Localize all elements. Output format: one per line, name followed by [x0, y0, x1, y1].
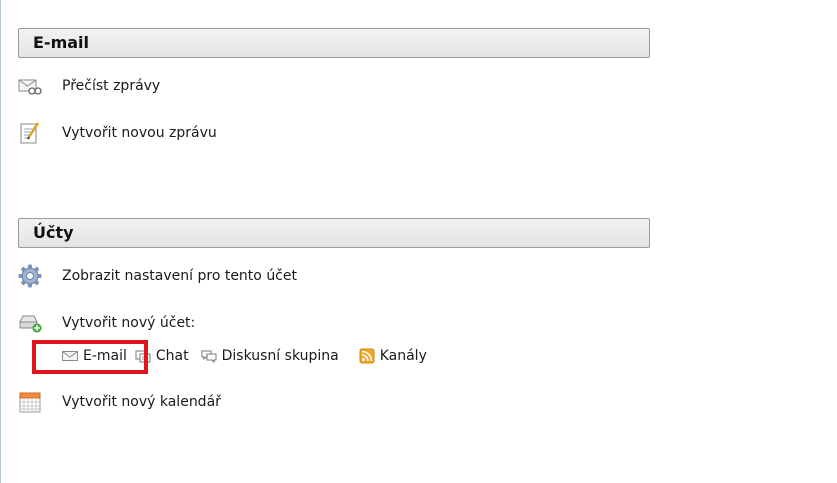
- compose-message-link[interactable]: Vytvořit novou zprávu: [62, 125, 217, 141]
- new-feed-account-label: Kanály: [379, 348, 427, 364]
- new-account-label: Vytvořit nový účet:: [62, 315, 196, 331]
- account-settings-link[interactable]: Zobrazit nastavení pro tento účet: [62, 268, 297, 284]
- new-newsgroup-account-label: Diskusní skupina: [221, 348, 339, 364]
- read-mail-icon: [18, 74, 42, 98]
- email-option-highlight: [32, 340, 148, 374]
- gear-icon: [18, 264, 42, 288]
- new-account-row: Vytvořit nový účet:: [18, 311, 195, 335]
- compose-message-row[interactable]: Vytvořit novou zprávu: [18, 121, 217, 145]
- read-messages-link[interactable]: Přečíst zprávy: [62, 78, 160, 94]
- new-newsgroup-account-link[interactable]: Diskusní skupina: [201, 348, 339, 364]
- new-calendar-row[interactable]: Vytvořit nový kalendář: [18, 390, 221, 414]
- calendar-icon: [18, 390, 42, 414]
- rss-icon: [359, 348, 375, 364]
- pane-left-border: [0, 0, 1, 483]
- new-account-icon: [18, 311, 42, 335]
- new-feed-account-link[interactable]: Kanály: [359, 348, 427, 364]
- email-section-header: E-mail: [18, 28, 650, 58]
- new-chat-account-label: Chat: [155, 348, 189, 364]
- newsgroup-icon: [201, 348, 217, 364]
- account-settings-row[interactable]: Zobrazit nastavení pro tento účet: [18, 264, 297, 288]
- new-calendar-link[interactable]: Vytvořit nový kalendář: [62, 394, 221, 410]
- accounts-section-header: Účty: [18, 218, 650, 248]
- read-messages-row[interactable]: Přečíst zprávy: [18, 74, 160, 98]
- compose-icon: [18, 121, 42, 145]
